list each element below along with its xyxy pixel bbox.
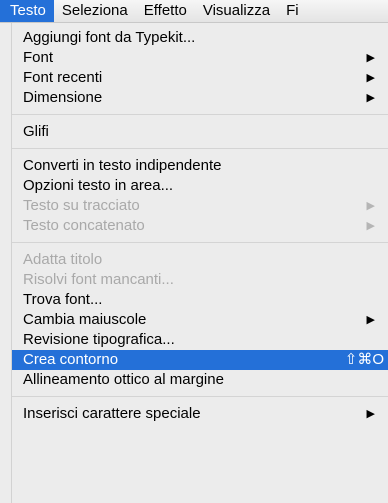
menu-item-allineamento-ottico-al-margine[interactable]: Allineamento ottico al margine xyxy=(12,370,388,390)
menu-item-label: Revisione tipografica... xyxy=(23,331,175,348)
menu-item-label: Trova font... xyxy=(23,291,103,308)
submenu-arrow-icon: ▶ xyxy=(366,52,375,64)
menu-item-converti-in-testo-indipendente[interactable]: Converti in testo indipendente xyxy=(12,156,388,176)
menu-item-label: Testo su tracciato xyxy=(23,197,140,214)
menu-item-label: Font recenti xyxy=(23,69,103,86)
menu-item-label: Adatta titolo xyxy=(23,251,103,268)
menu-item-label: Dimensione xyxy=(23,89,103,106)
menu-item-label: Opzioni testo in area... xyxy=(23,177,174,194)
menu-item-testo-su-tracciato[interactable]: Testo su tracciato ▶ xyxy=(12,196,388,216)
menu-item-aggiungi-font-da-typekit[interactable]: Aggiungi font da Typekit... xyxy=(12,28,388,48)
submenu-arrow-icon: ▶ xyxy=(366,72,375,84)
menu-item-glifi[interactable]: Glifi xyxy=(12,122,388,142)
menu-separator xyxy=(12,242,388,243)
menu-item-label: Risolvi font mancanti... xyxy=(23,271,174,288)
menu-item-dimensione[interactable]: Dimensione ▶ xyxy=(12,88,388,108)
menu-item-inserisci-carattere-speciale[interactable]: Inserisci carattere speciale ▶ xyxy=(12,404,388,424)
keyboard-shortcut: ⇧⌘O xyxy=(344,351,384,368)
text-dropdown-menu: Aggiungi font da Typekit... Font ▶ Font rec… xyxy=(11,23,388,503)
menu-separator xyxy=(12,148,388,149)
menu-item-label: Allineamento ottico al margine xyxy=(23,371,224,388)
menu-item-font-recenti[interactable]: Font recenti ▶ xyxy=(12,68,388,88)
submenu-arrow-icon: ▶ xyxy=(366,408,375,420)
menu-item-crea-contorno[interactable]: Crea contorno ⇧⌘O xyxy=(12,350,388,370)
submenu-arrow-icon: ▶ xyxy=(366,314,375,326)
menubar-item-testo[interactable]: Testo xyxy=(0,0,54,22)
menubar-item-seleziona[interactable]: Seleziona xyxy=(54,0,136,22)
menu-item-cambia-maiuscole[interactable]: Cambia maiuscole ▶ xyxy=(12,310,388,330)
menubar-item-effetto[interactable]: Effetto xyxy=(136,0,195,22)
menubar-item-visualizza[interactable]: Visualizza xyxy=(195,0,278,22)
submenu-arrow-icon: ▶ xyxy=(366,200,375,212)
menu-item-label: Font xyxy=(23,49,54,66)
menu-item-revisione-tipografica[interactable]: Revisione tipografica... xyxy=(12,330,388,350)
submenu-arrow-icon: ▶ xyxy=(366,220,375,232)
menu-item-opzioni-testo-in-area[interactable]: Opzioni testo in area... xyxy=(12,176,388,196)
menu-item-font[interactable]: Font ▶ xyxy=(12,48,388,68)
menu-item-testo-concatenato[interactable]: Testo concatenato ▶ xyxy=(12,216,388,236)
menu-item-label: Converti in testo indipendente xyxy=(23,157,222,174)
menu-item-trova-font[interactable]: Trova font... xyxy=(12,290,388,310)
menu-item-risolvi-font-mancanti[interactable]: Risolvi font mancanti... xyxy=(12,270,388,290)
menu-item-label: Testo concatenato xyxy=(23,217,145,234)
menu-item-adatta-titolo[interactable]: Adatta titolo xyxy=(12,250,388,270)
menu-item-label: Aggiungi font da Typekit... xyxy=(23,29,196,46)
menu-bar: Testo Seleziona Effetto Visualizza Fi xyxy=(0,0,388,23)
menu-item-label: Crea contorno xyxy=(23,351,119,368)
submenu-arrow-icon: ▶ xyxy=(366,92,375,104)
menu-item-label: Inserisci carattere speciale xyxy=(23,405,201,422)
menu-separator xyxy=(12,114,388,115)
menubar-item-fi[interactable]: Fi xyxy=(278,0,307,22)
menu-item-label: Cambia maiuscole xyxy=(23,311,147,328)
menu-separator xyxy=(12,396,388,397)
menu-item-label: Glifi xyxy=(23,123,49,140)
